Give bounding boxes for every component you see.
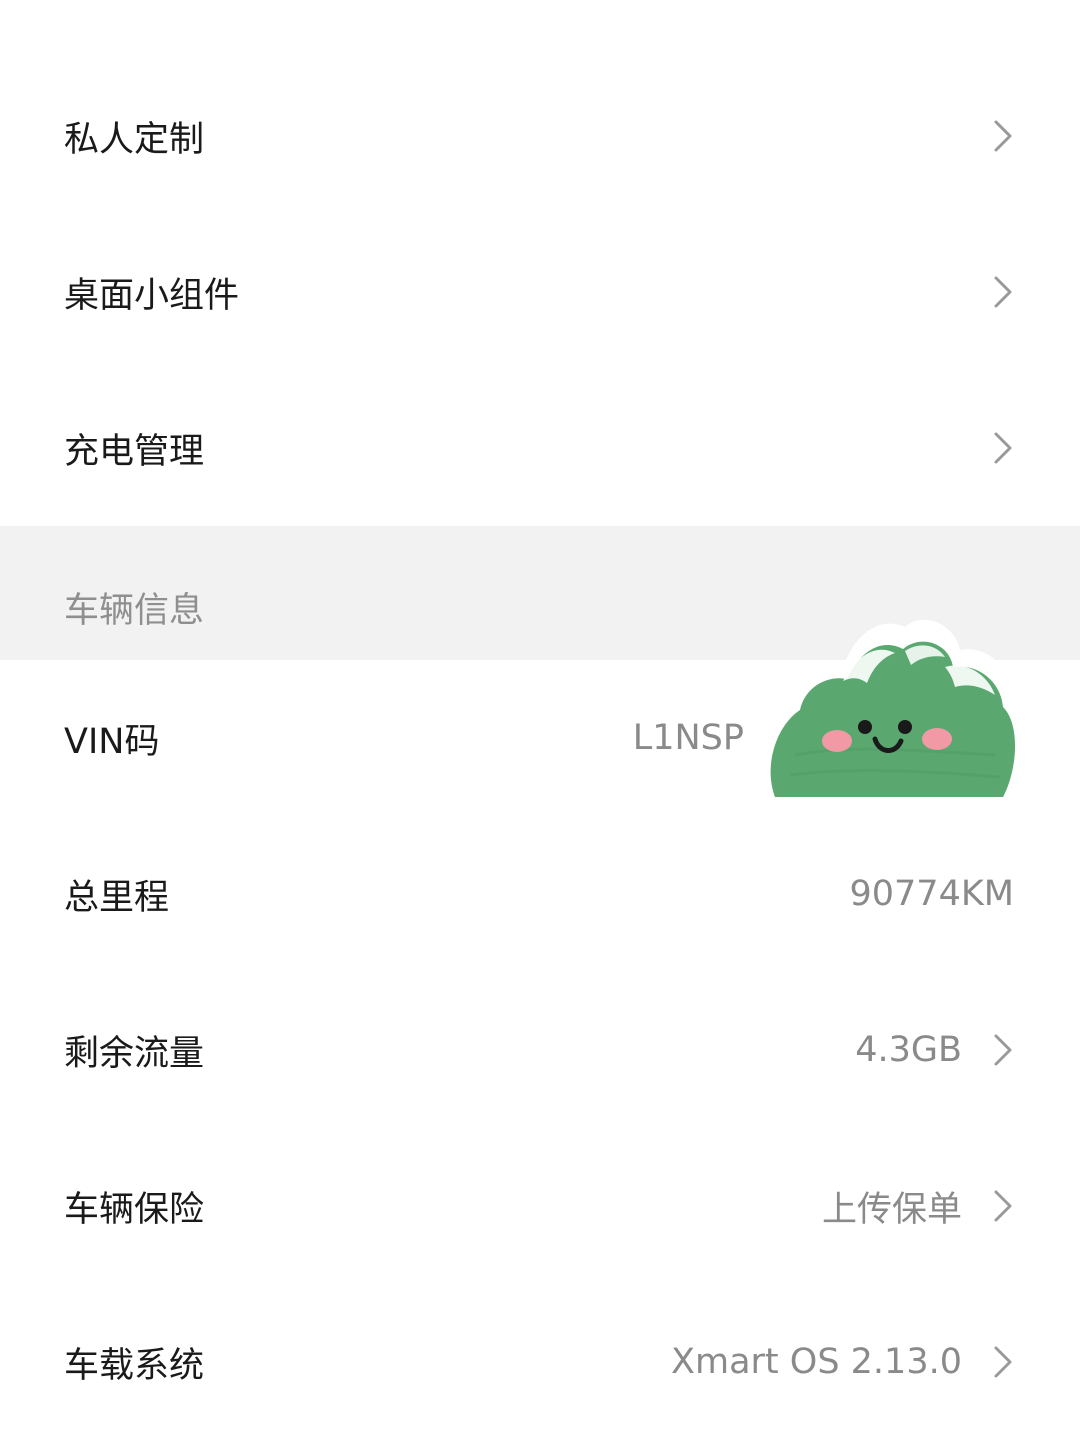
menu-item-vehicle-system[interactable]: 车载系统 Xmart OS 2.13.0 bbox=[0, 1284, 1080, 1440]
menu-item-data-remaining[interactable]: 剩余流量 4.3GB bbox=[0, 972, 1080, 1128]
menu-item-label: 车载系统 bbox=[64, 1345, 205, 1386]
section-title: 车辆信息 bbox=[64, 591, 205, 631]
info-row-label: VIN码 bbox=[64, 721, 160, 762]
system-version-value: Xmart OS 2.13.0 bbox=[671, 1342, 962, 1382]
menu-item-charging-management[interactable]: 充电管理 bbox=[0, 370, 1080, 526]
menu-item-personal-custom[interactable]: 私人定制 bbox=[0, 58, 1080, 214]
data-remaining-value: 4.3GB bbox=[855, 1030, 962, 1070]
menu-item-label: 剩余流量 bbox=[64, 1033, 205, 1074]
chevron-right-icon bbox=[992, 431, 1014, 465]
menu-item-label: 车辆保险 bbox=[64, 1189, 205, 1230]
chevron-right-icon bbox=[992, 119, 1014, 153]
insurance-value: 上传保单 bbox=[821, 1189, 962, 1230]
mileage-value: 90774KM bbox=[849, 874, 1015, 914]
info-row-total-mileage: 总里程 90774KM bbox=[0, 816, 1080, 972]
info-row-label: 总里程 bbox=[64, 877, 170, 918]
menu-item-desktop-widgets[interactable]: 桌面小组件 bbox=[0, 214, 1080, 370]
cloud-face-sticker bbox=[755, 605, 1030, 820]
chevron-right-icon bbox=[992, 1345, 1014, 1379]
menu-item-vehicle-insurance[interactable]: 车辆保险 上传保单 bbox=[0, 1128, 1080, 1284]
chevron-right-icon bbox=[992, 1033, 1014, 1067]
vin-value: L1NSP bbox=[632, 718, 744, 758]
chevron-right-icon bbox=[992, 275, 1014, 309]
menu-item-label: 充电管理 bbox=[64, 431, 205, 472]
menu-item-label: 私人定制 bbox=[64, 119, 205, 160]
chevron-right-icon bbox=[992, 1189, 1014, 1223]
menu-item-label: 桌面小组件 bbox=[64, 275, 240, 316]
